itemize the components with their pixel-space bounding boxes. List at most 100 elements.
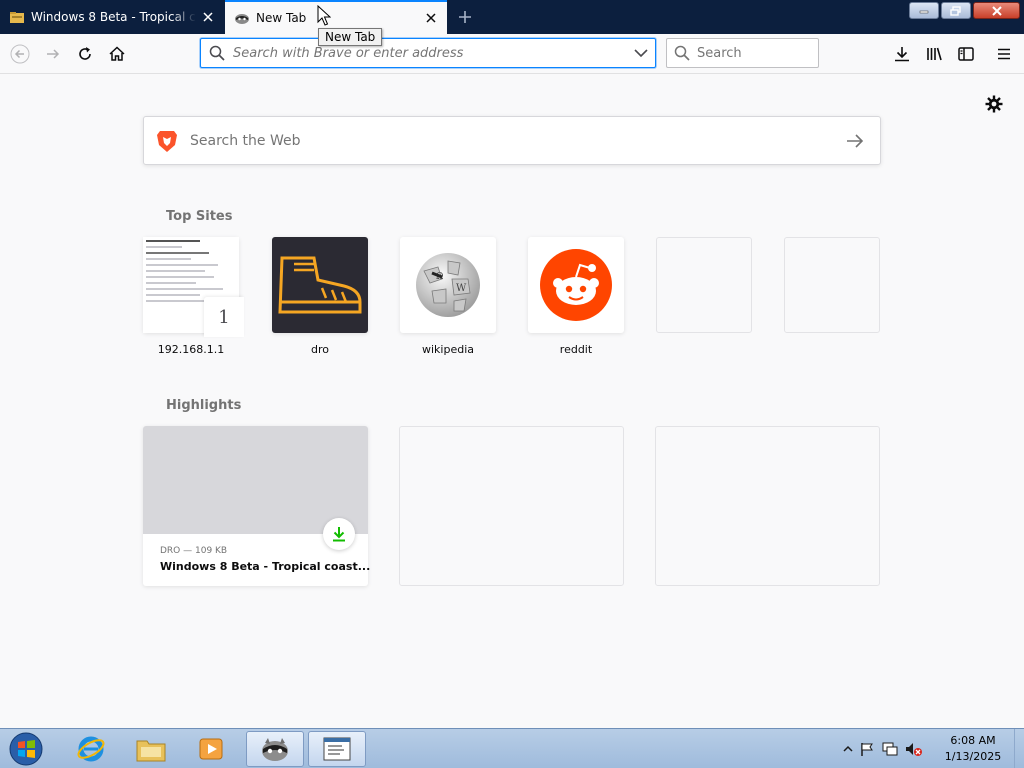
back-arrow-icon	[10, 44, 30, 64]
svg-text:W: W	[456, 283, 467, 294]
menu-button[interactable]	[988, 38, 1020, 70]
tab-title: New Tab	[256, 11, 307, 25]
new-tab-page: Top Sites 1 192.168.1.1 dro	[0, 75, 1024, 728]
taskbar-file-explorer[interactable]	[122, 731, 180, 767]
pinned-index-badge: 1	[204, 297, 244, 337]
close-tab-icon[interactable]	[196, 5, 220, 29]
top-site-label: dro	[311, 343, 329, 356]
download-badge	[323, 518, 355, 550]
show-hidden-icons-chevron-icon[interactable]	[843, 745, 853, 753]
window-app-icon	[323, 737, 351, 761]
reload-icon	[79, 47, 91, 60]
volume-muted-icon[interactable]	[905, 741, 923, 757]
close-window-icon	[991, 5, 1002, 16]
web-search-input[interactable]	[190, 132, 830, 149]
highlight-card-download[interactable]: DRO — 109 KB Windows 8 Beta - Tropical c…	[143, 426, 371, 586]
site-thumbnail: W Ω	[400, 237, 496, 333]
library-icon	[927, 47, 942, 61]
tab-strip: Windows 8 Beta - Tropical coast New Tab	[0, 0, 1024, 34]
boot-icon	[278, 256, 362, 314]
forward-button[interactable]	[37, 38, 69, 70]
empty-site-tile	[784, 237, 880, 333]
search-bar[interactable]	[666, 38, 819, 68]
close-window-button[interactable]	[973, 2, 1020, 19]
top-sites-heading: Top Sites	[166, 209, 233, 224]
site-thumbnail	[528, 237, 624, 333]
tab-windows8-beta[interactable]: Windows 8 Beta - Tropical coast	[0, 0, 224, 34]
download-folder-icon	[10, 12, 24, 23]
top-site-wikipedia[interactable]: W Ω wikipedia	[400, 237, 496, 356]
internet-explorer-icon	[77, 736, 105, 762]
address-bar[interactable]	[200, 38, 656, 68]
search-icon	[201, 45, 233, 61]
taskbar-window-app[interactable]	[308, 731, 366, 767]
downloads-button[interactable]	[886, 38, 918, 70]
restore-icon	[950, 5, 961, 16]
new-tab-button[interactable]	[453, 5, 477, 29]
download-icon	[895, 47, 909, 62]
top-site-reddit[interactable]: reddit	[528, 237, 624, 356]
tab-title: Windows 8 Beta - Tropical coast	[31, 10, 196, 24]
search-input[interactable]	[697, 45, 818, 61]
site-thumbnail	[272, 237, 368, 333]
highlight-placeholder	[655, 426, 880, 586]
hamburger-menu-icon	[998, 48, 1010, 60]
taskbar-internet-explorer[interactable]	[62, 731, 120, 767]
back-button[interactable]	[4, 38, 36, 70]
home-button[interactable]	[101, 38, 133, 70]
forward-arrow-icon	[47, 49, 60, 59]
search-go-arrow-icon[interactable]	[830, 133, 880, 149]
top-site-placeholder[interactable]	[656, 237, 752, 333]
highlights-heading: Highlights	[166, 398, 242, 413]
plus-icon	[459, 11, 471, 23]
minimize-button[interactable]	[909, 2, 939, 19]
top-site-dro[interactable]: dro	[272, 237, 368, 356]
tab-tooltip: New Tab	[318, 28, 383, 46]
empty-site-tile	[656, 237, 752, 333]
library-button[interactable]	[918, 38, 950, 70]
sidebar-button[interactable]	[950, 38, 982, 70]
mouse-pointer-icon	[317, 5, 331, 26]
reload-button[interactable]	[69, 38, 101, 70]
reddit-alien-icon	[540, 249, 612, 321]
web-search-box[interactable]	[143, 116, 881, 165]
brave-raccoon-icon	[262, 738, 288, 761]
restore-button[interactable]	[941, 2, 971, 19]
show-desktop-button[interactable]	[1014, 729, 1024, 768]
close-tab-icon[interactable]	[419, 6, 443, 30]
top-site-label: reddit	[559, 343, 593, 356]
navigation-toolbar	[0, 34, 1024, 74]
top-site-placeholder[interactable]	[784, 237, 880, 333]
clock-date: 1/13/2025	[944, 750, 1002, 763]
brave-lion-icon	[144, 129, 190, 153]
system-clock[interactable]: 6:08 AM 1/13/2025	[936, 733, 1010, 765]
action-center-flag-icon[interactable]	[859, 741, 875, 757]
top-site-192-168-1-1[interactable]: 1 192.168.1.1	[143, 237, 244, 356]
windows-start-orb-icon	[9, 732, 43, 766]
taskbar-brave-browser[interactable]	[246, 731, 304, 767]
window-controls	[909, 2, 1020, 19]
media-player-icon	[199, 738, 223, 760]
start-button[interactable]	[4, 730, 48, 768]
download-icon	[333, 527, 345, 542]
system-tray	[843, 729, 923, 768]
file-explorer-icon	[136, 740, 166, 762]
wikipedia-globe-icon: W Ω	[416, 253, 480, 317]
taskbar-media-player[interactable]	[182, 731, 240, 767]
top-site-label: 192.168.1.1	[157, 343, 225, 356]
site-thumbnail: 1	[143, 237, 244, 337]
highlight-title: Windows 8 Beta - Tropical coast...	[160, 560, 371, 573]
highlight-placeholder	[399, 426, 624, 586]
url-input[interactable]	[233, 45, 627, 61]
customize-settings-button[interactable]	[983, 93, 1005, 115]
minimize-icon	[919, 10, 929, 13]
highlight-meta: DRO — 109 KB	[160, 546, 228, 556]
raccoon-icon	[235, 14, 249, 24]
gear-icon	[985, 95, 1003, 113]
clock-time: 6:08 AM	[950, 734, 996, 747]
windows-taskbar: 6:08 AM 1/13/2025	[0, 728, 1024, 768]
network-icon[interactable]	[881, 741, 899, 757]
top-site-label: wikipedia	[421, 343, 474, 356]
chevron-down-icon[interactable]	[627, 48, 655, 58]
search-icon	[667, 45, 697, 61]
